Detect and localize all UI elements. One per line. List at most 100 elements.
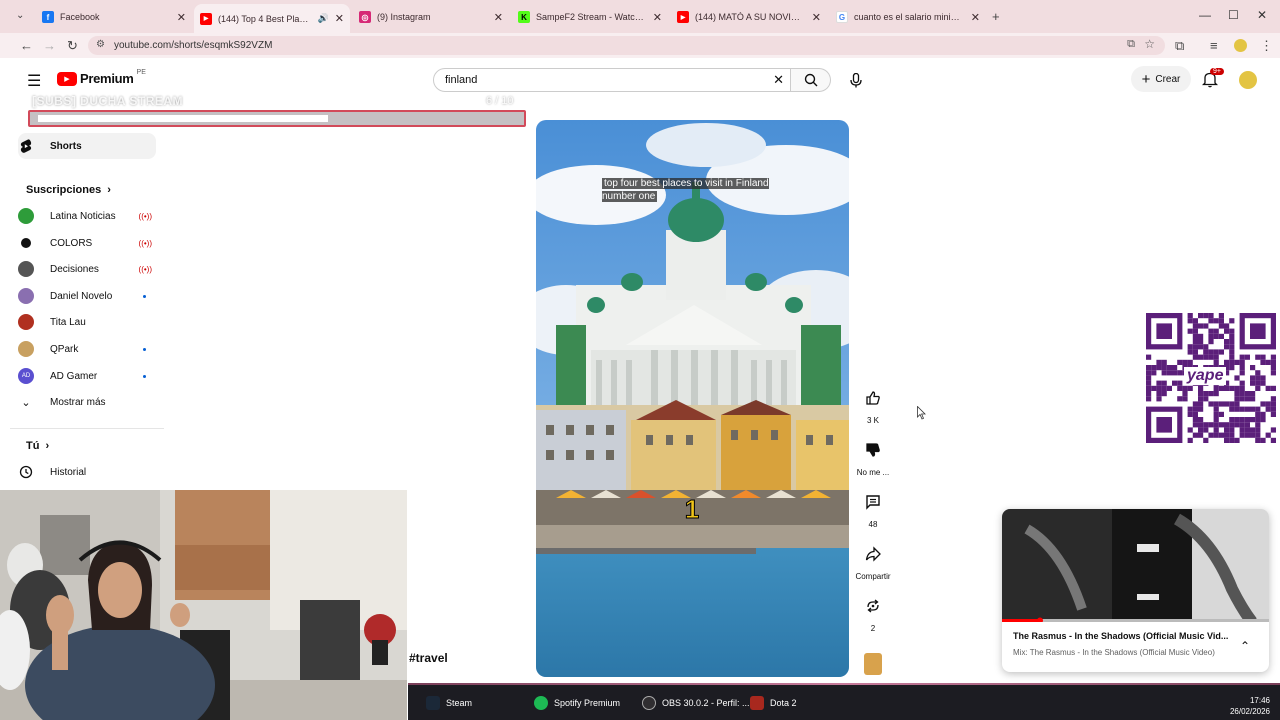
install-app-icon[interactable]: ⧉ — [1127, 38, 1135, 51]
close-icon[interactable]: ✕ — [653, 11, 662, 24]
qr-module — [1161, 370, 1167, 376]
shorts-video-player[interactable]: 1 — [536, 120, 849, 677]
taskbar-item-dota2[interactable]: Dota 2 — [750, 693, 797, 713]
browser-tab-instagram[interactable]: ◎ (9) Instagram ✕ — [353, 6, 509, 28]
comments-button-circle[interactable] — [858, 487, 888, 517]
dislike-button[interactable]: No me ... — [857, 435, 889, 477]
qr-module — [1213, 401, 1219, 407]
sidebar-item-tita-lau[interactable]: Tita Lau — [18, 309, 156, 335]
close-icon[interactable]: ✕ — [494, 11, 503, 24]
close-icon[interactable]: ✕ — [177, 11, 186, 24]
qr-module — [1234, 359, 1240, 365]
qr-module — [1265, 385, 1271, 391]
search-button[interactable] — [791, 68, 831, 92]
qr-module — [1198, 313, 1204, 319]
hamburger-menu-icon[interactable]: ☰ — [27, 71, 41, 91]
share-button[interactable]: Compartir — [855, 539, 891, 581]
notifications-button[interactable]: 9+ — [1201, 68, 1224, 91]
browser-tab-google[interactable]: G cuanto es el salario minimo en ✕ — [830, 6, 986, 28]
sidebar-item-colors[interactable]: COLORS ((•)) — [18, 230, 156, 256]
os-taskbar: Steam Spotify Premium OBS 30.0.2 - Perfi… — [408, 685, 1280, 720]
qr-module — [1213, 422, 1219, 428]
expand-chevron-up-icon[interactable]: ⌃ — [1240, 639, 1250, 653]
close-window-icon[interactable]: ✕ — [1257, 8, 1267, 22]
qr-module — [1218, 411, 1224, 417]
taskbar-item-steam[interactable]: Steam — [426, 693, 472, 713]
search-input[interactable]: finland ✕ — [433, 68, 791, 92]
browser-tab-youtube-active[interactable]: ▶ (144) Top 4 Best Places to V 🔊 ✕ — [194, 4, 350, 33]
channel-name: Tita Lau — [50, 316, 86, 328]
qr-module — [1161, 385, 1167, 391]
qr-module — [1146, 365, 1152, 371]
qr-module — [1198, 401, 1204, 407]
forward-icon[interactable]: → — [43, 38, 56, 53]
sidebar: Shorts Suscripciones › Latina Noticias (… — [10, 128, 164, 490]
qr-module — [1151, 385, 1157, 391]
media-control-icon[interactable]: ≡ — [1210, 38, 1218, 53]
qr-module — [1229, 385, 1235, 391]
address-bar[interactable]: ⚙ youtube.com/shorts/esqmkS92VZM ⧉ ☆ — [88, 36, 1165, 55]
extensions-icon[interactable]: ⧉ — [1175, 38, 1184, 54]
sidebar-item-history[interactable]: Historial — [18, 459, 156, 485]
taskbar-item-spotify[interactable]: Spotify Premium — [534, 693, 620, 713]
close-icon[interactable]: ✕ — [971, 11, 980, 24]
dislike-button-circle[interactable] — [858, 435, 888, 465]
reload-icon[interactable]: ↻ — [67, 38, 78, 54]
qr-module — [1229, 349, 1235, 355]
sidebar-item-qpark[interactable]: QPark — [18, 336, 156, 362]
speaker-icon[interactable]: 🔊 — [318, 13, 329, 24]
qr-module — [1224, 432, 1230, 438]
url-text: youtube.com/shorts/esqmkS92VZM — [114, 40, 273, 51]
account-avatar[interactable] — [1239, 71, 1257, 89]
youtube-logo[interactable]: ▶ Premium PE — [57, 69, 146, 86]
close-icon[interactable]: ✕ — [812, 11, 821, 24]
like-button-circle[interactable] — [858, 383, 888, 413]
qr-module — [1198, 396, 1204, 402]
clear-search-icon[interactable]: ✕ — [773, 72, 784, 88]
taskbar-item-obs[interactable]: OBS 30.0.2 - Perfil: ... — [642, 693, 750, 713]
subscriptions-header[interactable]: Suscripciones › — [26, 184, 111, 196]
qr-module — [1203, 427, 1209, 433]
sidebar-item-shorts[interactable]: Shorts — [18, 133, 156, 159]
browser-tab-youtube-2[interactable]: ▶ (144) MATÓ A SU NOVIO, LO C ✕ — [671, 6, 827, 28]
create-button[interactable]: + Crear — [1131, 66, 1191, 92]
sidebar-item-latina-noticias[interactable]: Latina Noticias ((•)) — [18, 203, 156, 229]
you-header[interactable]: Tú › — [26, 440, 49, 452]
profile-avatar[interactable] — [1234, 39, 1247, 52]
qr-module — [1208, 333, 1214, 339]
avatar — [21, 238, 31, 248]
remix-button[interactable]: 2 — [858, 591, 888, 633]
back-icon[interactable]: ← — [20, 38, 33, 53]
share-button-circle[interactable] — [858, 539, 888, 569]
taskbar-clock[interactable]: 17:46 26/02/2026 — [1230, 695, 1270, 717]
like-button[interactable]: 3 K — [858, 383, 888, 425]
channel-avatar[interactable] — [864, 653, 882, 675]
mini-player-title[interactable]: The Rasmus - In the Shadows (Official Mu… — [1013, 631, 1233, 641]
mini-player[interactable]: The Rasmus - In the Shadows (Official Mu… — [1002, 509, 1269, 672]
comments-button[interactable]: 48 — [858, 487, 888, 529]
bookmark-star-icon[interactable]: ☆ — [1144, 37, 1155, 51]
tab-search-icon[interactable]: ⌄ — [16, 10, 24, 21]
site-info-icon[interactable]: ⚙ — [96, 39, 105, 50]
video-hashtag[interactable]: #travel — [409, 651, 448, 665]
minimize-icon[interactable]: — — [1199, 8, 1211, 22]
new-tab-icon[interactable]: + — [992, 9, 1000, 24]
show-more-button[interactable]: ⌄ Mostrar más — [18, 389, 156, 415]
voice-search-button[interactable] — [843, 68, 869, 92]
qr-module — [1270, 354, 1276, 360]
qr-module — [1151, 370, 1157, 376]
qr-module — [1146, 385, 1152, 391]
browser-tab-facebook[interactable]: f Facebook ✕ — [36, 6, 192, 28]
qr-module — [1177, 385, 1183, 391]
taskbar-item-label: OBS 30.0.2 - Perfil: ... — [662, 698, 750, 708]
qr-module — [1161, 391, 1167, 397]
sidebar-item-ad-gamer[interactable]: AD AD Gamer — [18, 363, 156, 389]
qr-module — [1192, 318, 1198, 324]
sidebar-item-decisiones[interactable]: Decisiones ((•)) — [18, 256, 156, 282]
maximize-icon[interactable]: ☐ — [1228, 8, 1239, 22]
close-icon[interactable]: ✕ — [335, 12, 344, 25]
browser-menu-icon[interactable]: ⋮ — [1260, 38, 1273, 54]
remix-button-circle[interactable] — [858, 591, 888, 621]
browser-tab-kick[interactable]: K SampeF2 Stream - Watch Live o ✕ — [512, 6, 668, 28]
sidebar-item-daniel-novelo[interactable]: Daniel Novelo — [18, 283, 156, 309]
